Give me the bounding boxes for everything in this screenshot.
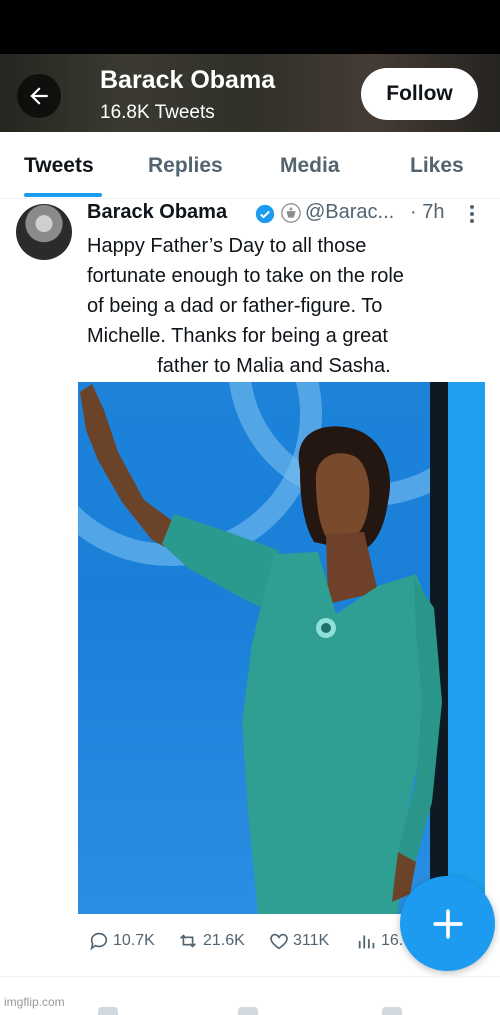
compose-tweet-button[interactable] bbox=[400, 876, 495, 971]
back-button[interactable] bbox=[17, 74, 61, 118]
reply-icon bbox=[90, 932, 108, 951]
tab-replies[interactable]: Replies bbox=[148, 154, 223, 178]
reply-count: 10.7K bbox=[113, 932, 155, 949]
profile-name: Barack Obama bbox=[100, 66, 276, 94]
follow-button[interactable]: Follow bbox=[361, 68, 478, 120]
tweet-timestamp[interactable]: · 7h bbox=[410, 201, 444, 224]
views-count: 16. bbox=[381, 932, 404, 949]
nav-notifications-icon[interactable] bbox=[382, 1007, 402, 1015]
like-stat[interactable]: 311K bbox=[268, 930, 329, 952]
retweet-count: 21.6K bbox=[203, 932, 245, 949]
tweet-author-name[interactable]: Barack Obama bbox=[87, 201, 227, 224]
nav-search-icon[interactable] bbox=[238, 1007, 258, 1015]
tweet-text: Happy Father’s Day to all those fortunat… bbox=[87, 231, 467, 381]
avatar[interactable] bbox=[16, 204, 72, 260]
bottom-navigation bbox=[0, 976, 500, 1015]
tweet-line: fortunate enough to take on the role bbox=[87, 265, 404, 287]
tab-likes[interactable]: Likes bbox=[410, 154, 464, 178]
profile-header: Barack Obama 16.8K Tweets Follow bbox=[0, 54, 500, 132]
views-chart-icon bbox=[358, 935, 375, 949]
tab-tweets[interactable]: Tweets bbox=[24, 154, 94, 178]
tweet-count: 16.8K Tweets bbox=[100, 102, 215, 123]
views-stat[interactable]: 16. bbox=[356, 930, 403, 952]
verified-badge-icon bbox=[255, 204, 275, 224]
tweet-line: of being a dad or father-figure. To bbox=[87, 295, 383, 317]
tab-media[interactable]: Media bbox=[280, 154, 340, 178]
engagement-bar: 10.7K 21.6K 311K 16. bbox=[88, 930, 418, 960]
tweet-line: Happy Father’s Day to all those bbox=[87, 235, 367, 257]
heart-icon bbox=[270, 933, 288, 950]
more-options-icon[interactable] bbox=[468, 203, 476, 225]
like-count: 311K bbox=[293, 932, 330, 949]
arrow-left-icon bbox=[30, 87, 48, 105]
tweet-photo[interactable] bbox=[78, 382, 485, 914]
government-seal-icon bbox=[281, 203, 301, 223]
watermark: imgflip.com bbox=[4, 995, 65, 1009]
plus-icon bbox=[432, 908, 463, 939]
tweet-handle[interactable]: @Barac... bbox=[305, 201, 394, 224]
active-tab-indicator bbox=[24, 193, 102, 197]
tweet-line: Michelle. Thanks for being a great bbox=[87, 325, 388, 347]
reply-stat[interactable]: 10.7K bbox=[88, 930, 155, 952]
profile-tabs: Tweets Replies Media Likes bbox=[0, 132, 500, 199]
status-bar bbox=[0, 0, 500, 54]
retweet-icon bbox=[180, 934, 196, 948]
nav-home-icon[interactable] bbox=[98, 1007, 118, 1015]
retweet-stat[interactable]: 21.6K bbox=[176, 930, 245, 952]
woman-in-teal-dress-figure bbox=[80, 384, 442, 914]
tweet-line: father to Malia and Sasha. bbox=[157, 355, 391, 377]
